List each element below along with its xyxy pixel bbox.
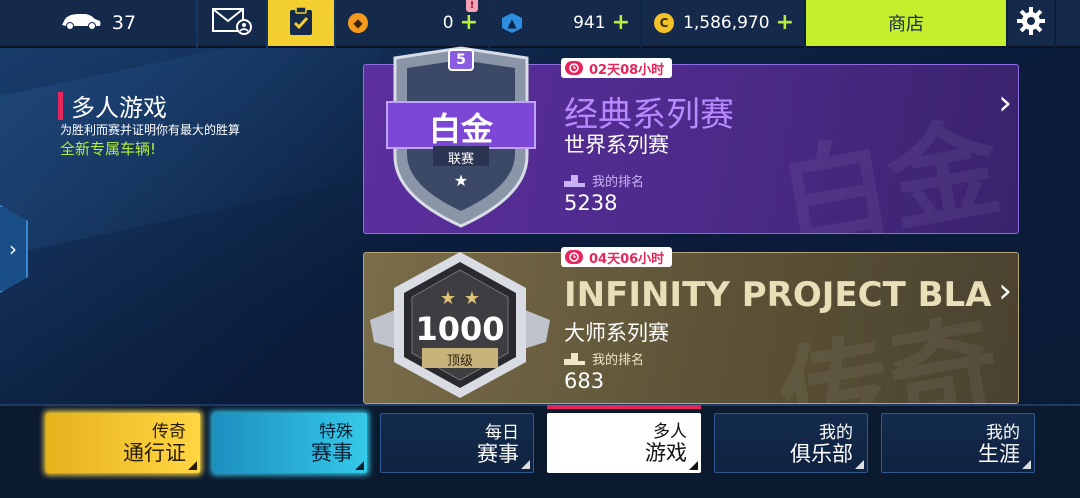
token-value: 941 <box>573 13 606 33</box>
alert-badge: ! <box>466 0 478 12</box>
timer-text: 04天06小时 <box>589 251 665 267</box>
card-watermark: 白金 <box>770 102 1010 234</box>
nav-label-top: 传奇 <box>152 422 186 442</box>
badge-name: 白金 <box>428 110 493 148</box>
top-bar: 37 ◆ 0 + ! ▲ 941 + C 1,586,970 + 商店 <box>0 0 1080 50</box>
nav-label-top: 我的 <box>986 423 1020 443</box>
credits-resource[interactable]: C 1,586,970 + <box>642 0 804 48</box>
event-timer: 04天06小时 <box>561 247 673 267</box>
active-tab-indicator <box>547 405 701 409</box>
stopwatch-icon <box>565 250 583 264</box>
chevron-right-icon[interactable]: › <box>998 271 1012 311</box>
nav-daily-events[interactable]: 每日 赛事 <box>380 413 534 473</box>
token-resource[interactable]: ▲ 941 + <box>490 0 640 48</box>
mail-icon <box>212 7 252 39</box>
podium-icon <box>564 174 586 187</box>
platinum-league-badge: ★ 5 白金 联赛 <box>385 46 537 228</box>
event-timer: 02天08小时 <box>561 58 673 78</box>
chevron-right-icon[interactable]: › <box>998 83 1012 123</box>
garage-counter[interactable]: 37 <box>0 0 196 48</box>
series-subtitle: 世界系列赛 <box>564 133 669 157</box>
nav-multiplayer[interactable]: 多人 游戏 <box>547 413 701 473</box>
mode-subtitle: 为胜利而赛并证明你有最大的胜算 <box>60 123 241 137</box>
settings-button[interactable] <box>1008 0 1054 48</box>
mode-heading: 多人游戏 <box>58 88 167 123</box>
svg-text:★: ★ <box>464 288 480 309</box>
nav-label-top: 多人 <box>653 422 687 442</box>
gear-icon <box>1016 6 1046 40</box>
coin-icon: ◆ <box>348 13 368 33</box>
nav-label-bottom: 通行证 <box>123 440 186 465</box>
nav-label-bottom: 赛事 <box>311 440 353 465</box>
nav-label-top: 特殊 <box>319 422 353 442</box>
mail-button[interactable] <box>198 0 266 48</box>
topbar-filler <box>1056 0 1080 48</box>
coin-resource[interactable]: ◆ 0 + ! <box>336 0 488 48</box>
rank-label-text: 我的排名 <box>592 353 645 368</box>
badge-number: 5 <box>456 52 466 68</box>
nav-special-events[interactable]: 特殊 赛事 <box>213 413 367 473</box>
rank-label: 我的排名 <box>564 349 644 368</box>
rank-value: 5238 <box>564 191 618 215</box>
mode-title: 多人游戏 <box>71 94 167 122</box>
stopwatch-icon <box>565 61 583 75</box>
timer-text: 02天08小时 <box>589 62 665 78</box>
nav-label-top: 我的 <box>819 423 853 443</box>
legend-tier-badge: ★ ★ 1000 顶级 <box>360 250 560 400</box>
coin-value: 0 <box>442 13 454 33</box>
nav-my-club[interactable]: 我的 俱乐部 <box>714 413 868 473</box>
coin-plus-icon[interactable]: + <box>460 12 478 34</box>
rank-label: 我的排名 <box>564 171 644 190</box>
new-vehicles-text: 全新专属车辆! <box>60 140 157 158</box>
credits-value: 1,586,970 <box>683 13 770 33</box>
nav-label-bottom: 生涯 <box>978 441 1020 466</box>
nav-my-career[interactable]: 我的 生涯 <box>881 413 1035 473</box>
shop-button[interactable]: 商店 <box>806 0 1006 48</box>
nav-label-bottom: 赛事 <box>477 441 519 466</box>
svg-text:★: ★ <box>440 288 456 309</box>
podium-icon <box>564 352 586 365</box>
badge-sub: 联赛 <box>447 152 474 167</box>
rank-value: 683 <box>564 369 605 393</box>
credits-icon: C <box>654 13 674 33</box>
token-icon: ▲ <box>502 13 522 33</box>
clipboard-check-icon <box>288 6 314 40</box>
nav-label-bottom: 俱乐部 <box>790 441 853 466</box>
tasks-button[interactable] <box>268 0 334 48</box>
series-title: INFINITY PROJECT BLA <box>564 275 992 315</box>
nav-label-bottom: 游戏 <box>645 440 687 465</box>
series-subtitle: 大师系列赛 <box>564 321 669 345</box>
token-plus-icon[interactable]: + <box>612 12 630 34</box>
credits-plus-icon[interactable]: + <box>776 12 794 34</box>
cars-count: 37 <box>111 12 137 34</box>
car-icon <box>60 11 102 36</box>
shop-label: 商店 <box>888 14 924 35</box>
rank-label-text: 我的排名 <box>592 175 645 190</box>
badge-number: 1000 <box>415 310 505 348</box>
svg-text:★: ★ <box>454 171 468 190</box>
chevron-right-icon: › <box>9 237 17 261</box>
nav-label-top: 每日 <box>485 423 519 443</box>
badge-sub: 顶级 <box>446 354 473 369</box>
nav-legend-pass[interactable]: 传奇 通行证 <box>46 413 200 473</box>
title-accent-bar <box>58 91 63 120</box>
